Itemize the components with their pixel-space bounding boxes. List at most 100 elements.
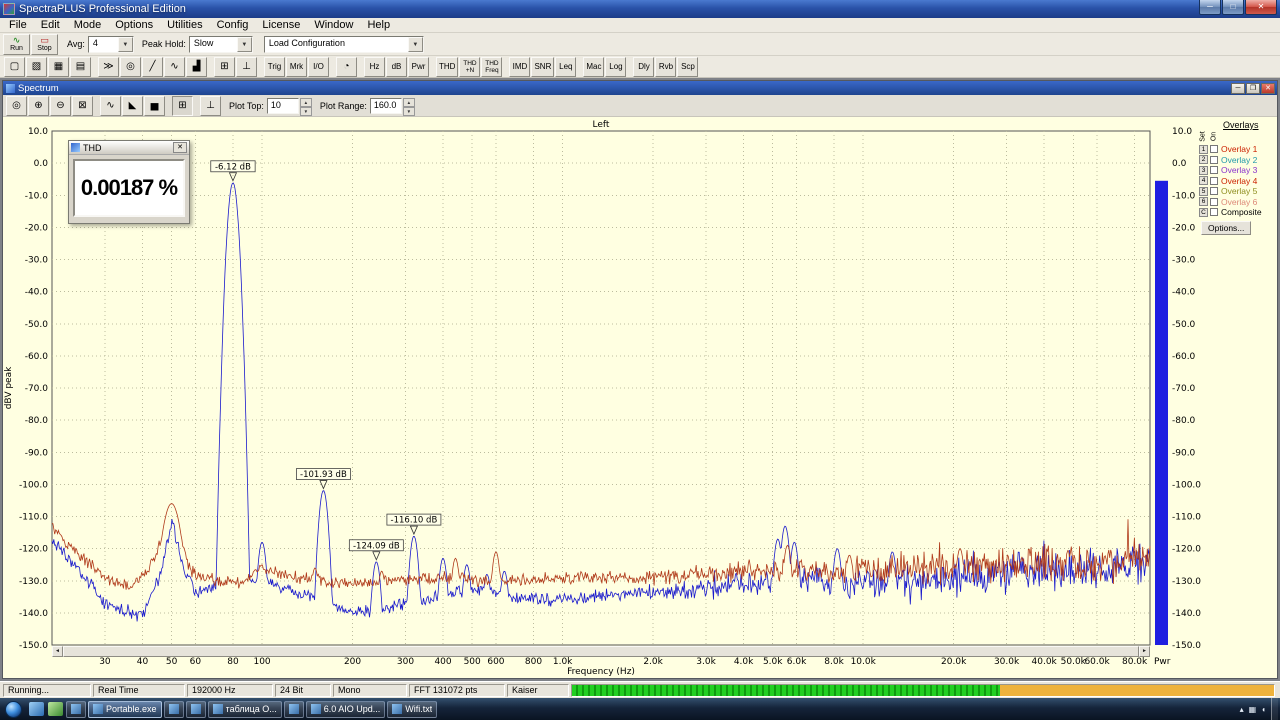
taskbar-button-Portable.exe[interactable]: Portable.exe <box>88 700 162 718</box>
spectrum-minimize-button[interactable]: ─ <box>1231 82 1245 94</box>
reverb-button[interactable]: Rvb <box>655 56 677 77</box>
zoom-reset-button[interactable]: ⊠ <box>72 95 93 116</box>
menu-mode[interactable]: Mode <box>67 18 109 32</box>
trigger-button[interactable]: Trig <box>264 56 285 77</box>
log-button[interactable]: Log <box>605 56 627 77</box>
menu-help[interactable]: Help <box>360 18 397 32</box>
waveform-plot-button[interactable]: ∿ <box>164 56 185 77</box>
data-table-button[interactable]: ⊞ <box>214 56 235 77</box>
overlay-set-button-2[interactable]: 2 <box>1199 155 1208 165</box>
io-button[interactable]: I/O <box>308 56 329 77</box>
menu-options[interactable]: Options <box>108 18 160 32</box>
spectrum-titlebar[interactable]: Spectrum ─ ❐ ✕ <box>3 81 1277 95</box>
stop-button[interactable]: ▭ Stop <box>31 33 58 55</box>
hz-button[interactable]: Hz <box>364 56 385 77</box>
save-button[interactable]: ▦ <box>48 56 69 77</box>
overlay-set-button-1[interactable]: 1 <box>1199 144 1208 154</box>
spectrum-restore-button[interactable]: ❐ <box>1246 82 1260 94</box>
marker-button[interactable]: Mrk <box>286 56 307 77</box>
overlay-on-checkbox-C[interactable] <box>1210 208 1218 217</box>
pwr-button[interactable]: Pwr <box>408 56 429 77</box>
zoom-cursor-button[interactable]: ◎ <box>6 95 27 116</box>
taskbar-button[interactable] <box>185 700 206 718</box>
grid-toggle-button[interactable]: ⊞ <box>172 95 193 116</box>
overlay-on-checkbox-5[interactable] <box>1210 187 1218 196</box>
overlay-on-checkbox-4[interactable] <box>1210 176 1218 185</box>
menu-window[interactable]: Window <box>307 18 360 32</box>
overlay-set-button-3[interactable]: 3 <box>1199 165 1208 175</box>
configuration-select[interactable]: Load Configuration ▼ <box>263 35 424 53</box>
minimize-button[interactable]: ─ <box>1199 0 1221 15</box>
taskbar-button--...[interactable]: таблица О... <box>207 700 282 718</box>
spin-down-icon[interactable]: ▼ <box>299 106 312 116</box>
overlay-set-button-4[interactable]: 4 <box>1199 176 1208 186</box>
thd-button[interactable]: THD <box>436 56 459 77</box>
taskbar-button[interactable] <box>163 700 184 718</box>
imd-button[interactable]: IMD <box>509 56 531 77</box>
peak-cursor-button[interactable]: ⊥ <box>200 95 221 116</box>
taskbar-button-6.0-AIO-Upd...[interactable]: 6.0 AIO Upd... <box>305 700 386 718</box>
tray-network-icon[interactable]: ▦ <box>1249 705 1257 714</box>
menu-utilities[interactable]: Utilities <box>160 18 209 32</box>
taskbar-button[interactable] <box>283 700 304 718</box>
thd-n-button[interactable]: THD +N <box>459 56 481 77</box>
scope-button[interactable]: Scp <box>677 56 699 77</box>
spectrum-close-button[interactable]: ✕ <box>1261 82 1275 94</box>
maximize-button[interactable]: □ <box>1222 0 1244 15</box>
run-button[interactable]: ∿ Run <box>3 33 30 55</box>
scale-button[interactable]: ⊥ <box>236 56 257 77</box>
overlay-set-button-C[interactable]: C <box>1199 207 1208 217</box>
show-desktop-button[interactable] <box>1271 698 1278 720</box>
close-button[interactable]: ✕ <box>1245 0 1277 15</box>
tray-expand-icon[interactable]: ▴ <box>1240 705 1244 714</box>
thd-freq-button[interactable]: THD Freq <box>481 56 503 77</box>
scroll-left-icon[interactable]: ◄ <box>52 646 63 657</box>
quicklaunch-icon[interactable] <box>29 702 44 716</box>
open-file-button[interactable]: ▧ <box>26 56 47 77</box>
start-button[interactable] <box>5 700 22 718</box>
scrollbar-thumb[interactable] <box>63 646 1139 657</box>
thd-titlebar[interactable]: THD ✕ <box>69 141 189 155</box>
macro-button[interactable]: Mac <box>583 56 605 77</box>
thd-close-button[interactable]: ✕ <box>173 142 187 153</box>
zoom-out-button[interactable]: ⊖ <box>50 95 71 116</box>
plot-top-spinner[interactable]: ▲ ▼ <box>299 97 312 116</box>
taskbar-button[interactable] <box>66 700 86 718</box>
spin-up-icon[interactable]: ▲ <box>299 97 312 107</box>
phase-plot-button[interactable]: ╱ <box>142 56 163 77</box>
line-plot-button[interactable]: ∿ <box>100 95 121 116</box>
peak-hold-select[interactable]: Slow ▼ <box>188 35 253 53</box>
overlays-options-button[interactable]: Options... <box>1201 220 1252 235</box>
quicklaunch-icon[interactable] <box>48 702 63 716</box>
plot-range-spinner[interactable]: ▲ ▼ <box>402 97 415 116</box>
spin-up-icon[interactable]: ▲ <box>402 97 415 107</box>
overlay-on-checkbox-2[interactable] <box>1210 155 1218 164</box>
overlay-on-checkbox-1[interactable] <box>1210 145 1218 154</box>
plot-range-input[interactable]: 160.0 ▲ ▼ <box>369 97 415 116</box>
print-button[interactable]: ▤ <box>70 56 91 77</box>
menu-file[interactable]: File <box>2 18 34 32</box>
snr-button[interactable]: SNR <box>531 56 555 77</box>
overlay-set-button-5[interactable]: 5 <box>1199 186 1208 196</box>
overlay-on-checkbox-3[interactable] <box>1210 166 1218 175</box>
overlay-set-button-6[interactable]: 6 <box>1199 197 1208 207</box>
tray-volume-icon[interactable]: ◖ <box>1261 705 1266 714</box>
new-file-button[interactable]: ▢ <box>4 56 25 77</box>
spin-down-icon[interactable]: ▼ <box>402 106 415 116</box>
bar-plot-button[interactable]: ▅ <box>144 95 165 116</box>
plot-hscrollbar[interactable]: ◄ ► <box>52 646 1150 657</box>
taskbar-button-Wifi.txt[interactable]: Wifi.txt <box>387 700 438 718</box>
menu-license[interactable]: License <box>255 18 307 32</box>
zoom-in-button[interactable]: ⊕ <box>28 95 49 116</box>
avg-select[interactable]: 4 ▼ <box>87 35 134 53</box>
leq-button[interactable]: Leq <box>555 56 577 77</box>
db-button[interactable]: dB <box>386 56 407 77</box>
timer-button[interactable]: ◔ <box>336 56 357 77</box>
overlay-on-checkbox-6[interactable] <box>1210 197 1218 206</box>
delay-button[interactable]: Dly <box>633 56 655 77</box>
menu-edit[interactable]: Edit <box>34 18 67 32</box>
spectrogram-button[interactable]: ▟ <box>186 56 207 77</box>
zoom-tool-button[interactable]: ◎ <box>120 56 141 77</box>
jump-button[interactable]: ≫ <box>98 56 119 77</box>
plot-top-input[interactable]: 10 ▲ ▼ <box>266 97 312 116</box>
